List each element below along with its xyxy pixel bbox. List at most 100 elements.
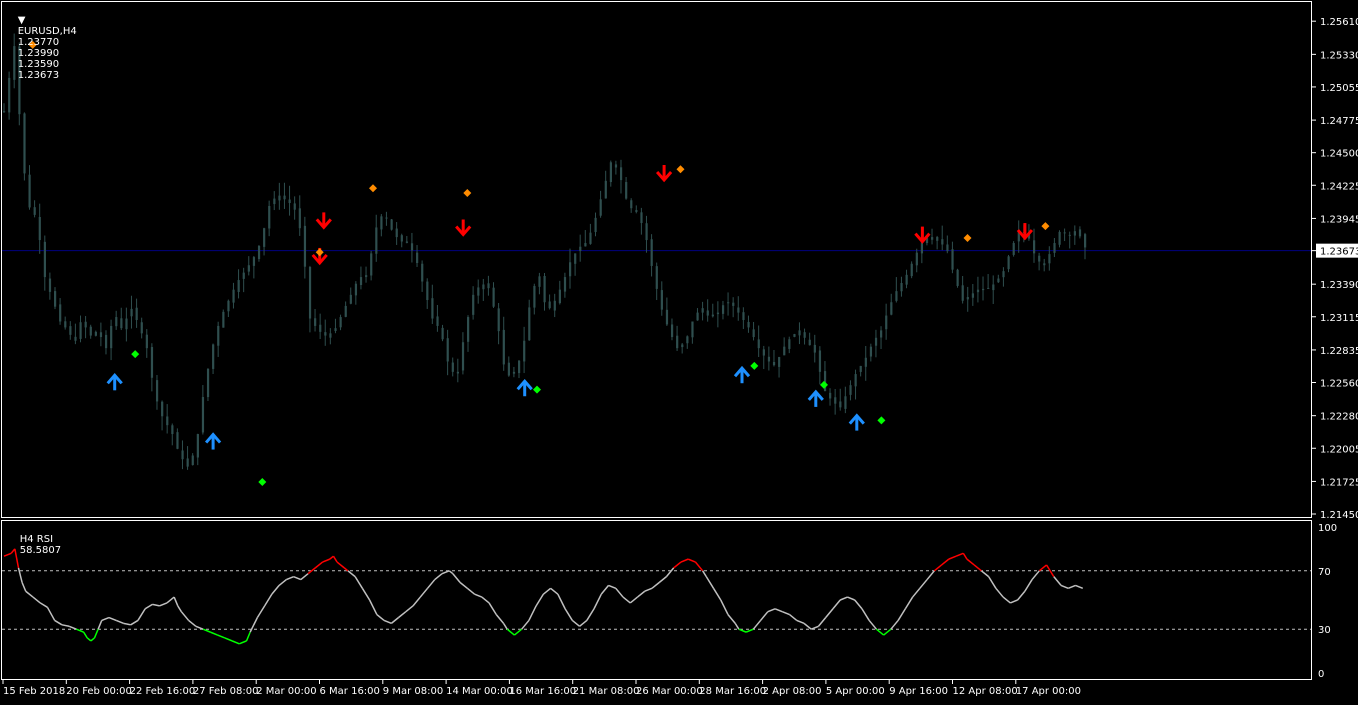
candle-body <box>125 318 128 330</box>
dropdown-triangle-icon[interactable]: ▼ <box>18 15 26 26</box>
rsi-line-segment <box>926 570 935 581</box>
candle-body <box>650 239 653 266</box>
candle-body <box>982 288 985 291</box>
candle-body <box>798 330 801 336</box>
candle-body <box>344 305 347 317</box>
rsi-line-segment <box>474 593 483 598</box>
swing-high-marker <box>463 188 472 197</box>
rsi-line-segment <box>608 584 617 590</box>
candle-body <box>752 329 755 338</box>
candle-body <box>308 266 312 319</box>
candle-body <box>380 216 383 230</box>
candle-body <box>767 356 771 362</box>
rsi-line-segment <box>839 596 848 601</box>
candle-body <box>619 167 623 181</box>
price-chart-svg[interactable]: 1.25610 1.25330 1.25055 1.24775 1.24500 1.242… <box>0 0 1358 700</box>
swing-low-marker <box>877 416 886 425</box>
candle-body <box>115 317 118 327</box>
rsi-line-segment <box>347 570 356 578</box>
candle-body <box>150 347 154 378</box>
candle-body <box>1084 234 1087 248</box>
candle-body <box>1063 232 1066 234</box>
time-tick-label: 17 Apr 00:00 <box>1016 686 1081 697</box>
rsi-line-segment <box>332 555 338 563</box>
candle-body <box>742 312 745 321</box>
candle-body <box>869 346 873 357</box>
rsi-line-segment <box>137 608 146 621</box>
time-tick-label: 5 Apr 00:00 <box>826 686 885 697</box>
candle-body <box>64 321 67 328</box>
chart-window[interactable]: 1.25610 1.25330 1.25055 1.24775 1.24500 1.242… <box>0 0 1358 700</box>
candle-body <box>252 257 256 266</box>
candle-body <box>329 333 332 338</box>
candle-body <box>630 200 633 209</box>
candle-body <box>298 208 301 229</box>
candle-body <box>885 315 888 330</box>
rsi-line-segment <box>760 611 769 621</box>
time-tick-label: 12 Apr 08:00 <box>953 686 1018 697</box>
rsi-line-segment <box>734 622 740 630</box>
rsi-line-segment <box>875 628 885 636</box>
rsi-line-segment <box>542 587 552 595</box>
candle-body <box>808 339 811 346</box>
rsi-line-segment <box>973 564 982 572</box>
candle-body <box>288 199 291 204</box>
rsi-line-segment <box>687 558 696 563</box>
time-tick-label: 16 Mar 16:00 <box>509 686 576 697</box>
rsi-line-segment <box>861 608 870 621</box>
candle-body <box>512 371 516 374</box>
candle-body <box>405 241 409 243</box>
rsi-line-segment <box>293 575 302 581</box>
candle-body <box>390 219 393 230</box>
candle-body <box>314 318 317 326</box>
swing-low-marker <box>820 380 828 389</box>
candle-body <box>293 203 296 210</box>
candle-body <box>247 265 250 272</box>
rsi-line-segment <box>188 619 197 627</box>
rsi-line-segment <box>177 605 183 613</box>
buy-arrow-icon <box>807 389 824 407</box>
rsi-line-segment <box>130 619 139 626</box>
price-tick-label: 1.22280 <box>1320 412 1358 423</box>
candle-body <box>161 401 164 417</box>
symbol-header[interactable]: ▼ EURUSD,H4 1.23770 1.23990 1.23590 1.23… <box>5 4 77 92</box>
rsi-line-segment <box>883 628 892 636</box>
rsi-line-segment <box>249 617 259 633</box>
rsi-line-segment <box>579 619 588 627</box>
rsi-line-segment <box>702 570 707 578</box>
candle-body <box>257 245 261 260</box>
candle-body <box>446 338 449 362</box>
rsi-line-segment <box>571 619 581 627</box>
rsi-line-segment <box>705 576 715 589</box>
candle-body <box>737 307 740 313</box>
sell-arrow-icon <box>315 212 332 230</box>
rsi-line-segment <box>300 573 309 581</box>
rsi-line-segment <box>97 620 103 630</box>
candle-body <box>436 316 439 326</box>
rsi-line-segment <box>966 558 975 566</box>
candle-body <box>961 285 964 301</box>
candle-body <box>426 281 429 301</box>
rsi-line-segment <box>673 561 682 569</box>
candle-body <box>818 350 822 372</box>
time-tick-label: 9 Mar 08:00 <box>383 686 443 697</box>
candle-body <box>319 324 322 332</box>
candle-body <box>242 272 245 279</box>
candle-body <box>895 291 898 301</box>
price-axis: 1.25610 1.25330 1.25055 1.24775 1.24500 1.242… <box>1312 17 1358 521</box>
candle-body <box>584 243 587 247</box>
rsi-line-segment <box>1010 599 1018 604</box>
rsi-line-segment <box>847 596 855 601</box>
candle-body <box>946 244 949 252</box>
candle-body <box>176 432 179 449</box>
rsi-line-segment <box>890 619 899 630</box>
buy-arrow-icon <box>106 373 123 391</box>
rsi-line-segment <box>1075 584 1084 590</box>
candle-body <box>155 380 159 402</box>
rsi-line-segment <box>159 602 168 607</box>
buy-arrow-icon <box>204 432 222 450</box>
swing-high-marker <box>963 233 972 242</box>
candle-body <box>416 252 419 264</box>
candle-body <box>472 294 475 315</box>
rsi-line-segment <box>1067 584 1076 590</box>
